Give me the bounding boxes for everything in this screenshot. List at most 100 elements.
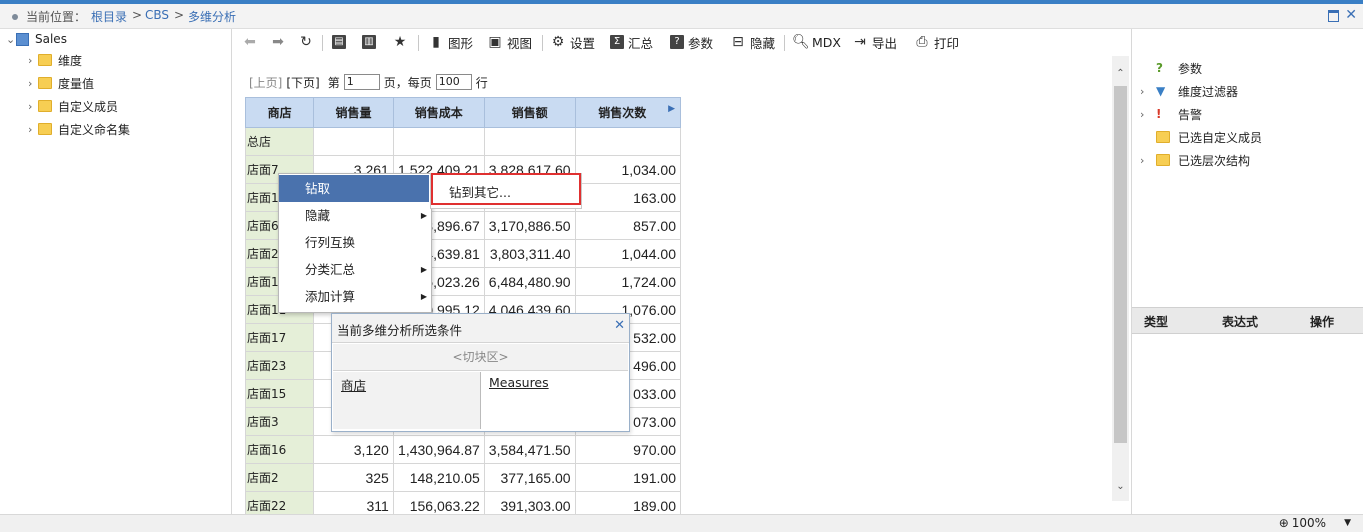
row-header-cell[interactable]: 店面22 — [245, 491, 315, 514]
column-header[interactable]: 商店 — [245, 97, 315, 128]
table-row[interactable]: 总店 — [245, 127, 681, 156]
prev-page-link[interactable]: [上页] — [249, 74, 282, 91]
scroll-down-icon[interactable]: ⌄ — [1112, 481, 1129, 492]
menu-item-drill[interactable]: 钻取 — [279, 175, 429, 202]
data-cell[interactable]: 3,584,471.50 — [483, 435, 576, 464]
chevron-right-icon[interactable]: › — [28, 54, 38, 67]
hide-button[interactable]: ⊟ 隐藏 — [730, 33, 775, 51]
data-cell[interactable]: 156,063.22 — [392, 491, 485, 514]
row-header-cell[interactable]: 店面16 — [245, 435, 315, 464]
data-cell[interactable]: 311 — [313, 491, 394, 514]
tree-item-dimension[interactable]: › 维度 — [28, 50, 82, 70]
data-cell[interactable] — [483, 127, 576, 156]
data-cell[interactable]: 970.00 — [574, 435, 681, 464]
data-cell[interactable]: 1,724.00 — [574, 267, 681, 296]
breadcrumb-root-link[interactable]: 根目录 — [91, 8, 127, 25]
tree-item-measures[interactable]: › 度量值 — [28, 73, 94, 93]
data-cell[interactable]: 3,803,311.40 — [483, 239, 576, 268]
summary-button[interactable]: Σ 汇总 — [610, 33, 653, 51]
slice-area[interactable]: <切块区> — [333, 344, 628, 371]
breadcrumb-cbs-link[interactable]: CBS — [145, 8, 169, 22]
panel-item-dim-filter[interactable]: › ▼ 维度过滤器 — [1140, 81, 1238, 101]
print-button[interactable]: ⎙ 打印 — [914, 33, 959, 51]
close-icon[interactable]: ✕ — [1345, 7, 1357, 23]
tree-item-custom-sets[interactable]: › 自定义命名集 — [28, 119, 130, 139]
rows-dimension-label[interactable]: 商店 — [341, 375, 366, 394]
chart-button[interactable]: ▮ 图形 — [428, 33, 473, 51]
rows-area[interactable]: 商店 — [333, 372, 481, 429]
panel-item-hierarchies[interactable]: › 已选层次结构 — [1140, 150, 1250, 170]
mdx-button[interactable]: 🔍︎ MDX — [792, 33, 841, 51]
page-number-input[interactable]: 1 — [343, 74, 380, 90]
forward-arrow-icon[interactable]: ➡ — [270, 33, 290, 51]
data-cell[interactable]: 189.00 — [574, 491, 681, 514]
column-header[interactable]: 销售次数 ▶ — [574, 97, 681, 128]
data-cell[interactable]: 148,210.05 — [392, 463, 485, 492]
data-cell[interactable]: 857.00 — [574, 211, 681, 240]
columns-area[interactable]: Measures — [481, 372, 628, 429]
data-cell[interactable]: 3,170,886.50 — [483, 211, 576, 240]
data-cell[interactable]: 377,165.00 — [483, 463, 576, 492]
panel-item-alarm[interactable]: › ! 告警 — [1140, 104, 1202, 124]
data-cell[interactable]: 325 — [313, 463, 394, 492]
zoom-control[interactable]: ⊕ 100% ▼ — [1279, 516, 1351, 530]
panel-item-params[interactable]: ? 参数 — [1156, 58, 1202, 78]
column-header[interactable]: 销售额 — [483, 97, 576, 128]
menu-item-subtotal[interactable]: 分类汇总 ▶ — [279, 256, 429, 283]
row-header-cell[interactable]: 店面15 — [245, 379, 315, 408]
menu-item-add-calc[interactable]: 添加计算 ▶ — [279, 283, 429, 310]
row-header-cell[interactable]: 店面2 — [245, 463, 315, 492]
chevron-right-icon[interactable]: › — [28, 100, 38, 113]
chevron-down-icon[interactable]: ▼ — [1344, 518, 1351, 528]
data-cell[interactable]: 191.00 — [574, 463, 681, 492]
save-as-icon[interactable]: ▥ — [362, 33, 380, 51]
maximize-icon[interactable] — [1328, 10, 1339, 22]
table-row[interactable]: 店面2 325 148,210.05 377,165.00 191.00 — [245, 463, 681, 492]
chevron-down-icon[interactable]: ⌄ — [6, 33, 16, 46]
column-header[interactable]: 销售量 — [313, 97, 394, 128]
settings-button[interactable]: ⚙ 设置 — [550, 33, 595, 51]
table-row[interactable]: 店面22 311 156,063.22 391,303.00 189.00 — [245, 491, 681, 514]
refresh-icon[interactable]: ↻ — [298, 33, 318, 51]
scrollbar-thumb[interactable] — [1114, 86, 1127, 443]
menu-item-hide[interactable]: 隐藏 ▶ — [279, 202, 429, 229]
tree-root-sales[interactable]: ⌄ Sales — [6, 29, 67, 49]
row-header-cell[interactable]: 总店 — [245, 127, 315, 156]
row-header-cell[interactable]: 店面17 — [245, 323, 315, 352]
favorite-star-icon[interactable]: ★ — [392, 33, 412, 51]
save-icon[interactable]: ▤ — [332, 33, 350, 51]
menu-item-swap-axes[interactable]: 行列互换 — [279, 229, 429, 256]
export-button[interactable]: ⇥ 导出 — [852, 33, 897, 51]
scroll-up-icon[interactable]: ⌃ — [1112, 68, 1129, 79]
row-header-cell[interactable]: 店面23 — [245, 351, 315, 380]
data-cell[interactable]: 6,484,480.90 — [483, 267, 576, 296]
row-header-cell[interactable]: 店面3 — [245, 407, 315, 436]
data-cell[interactable]: 1,430,964.87 — [392, 435, 485, 464]
data-cell[interactable] — [392, 127, 485, 156]
data-cell[interactable]: 163.00 — [574, 183, 681, 212]
vertical-scrollbar[interactable]: ⌃ ⌄ — [1112, 56, 1129, 501]
chevron-right-icon[interactable]: › — [28, 123, 38, 136]
close-icon[interactable]: ✕ — [614, 318, 625, 333]
chevron-right-icon[interactable]: › — [28, 77, 38, 90]
back-arrow-icon[interactable]: ⬅ — [242, 33, 262, 51]
chevron-right-icon[interactable]: › — [1140, 108, 1150, 121]
data-cell[interactable]: 391,303.00 — [483, 491, 576, 514]
view-button[interactable]: ▣ 视图 — [487, 33, 532, 51]
tree-item-custom-members[interactable]: › 自定义成员 — [28, 96, 118, 116]
columns-dimension-label[interactable]: Measures — [489, 375, 549, 390]
panel-item-custom-members[interactable]: 已选自定义成员 — [1156, 127, 1262, 147]
data-cell[interactable]: 3,120 — [313, 435, 394, 464]
column-header[interactable]: 销售成本 — [392, 97, 485, 128]
printer-icon: ⎙ — [916, 34, 928, 50]
data-cell[interactable] — [574, 127, 681, 156]
per-page-input[interactable]: 100 — [435, 74, 472, 90]
chevron-right-icon[interactable]: › — [1140, 85, 1150, 98]
params-button[interactable]: ? 参数 — [670, 33, 713, 51]
data-cell[interactable] — [313, 127, 394, 156]
data-cell[interactable]: 1,034.00 — [574, 155, 681, 184]
next-page-link[interactable]: [下页] — [286, 74, 319, 91]
chevron-right-icon[interactable]: › — [1140, 154, 1150, 167]
table-row[interactable]: 店面16 3,120 1,430,964.87 3,584,471.50 970.00 — [245, 435, 681, 464]
data-cell[interactable]: 1,044.00 — [574, 239, 681, 268]
